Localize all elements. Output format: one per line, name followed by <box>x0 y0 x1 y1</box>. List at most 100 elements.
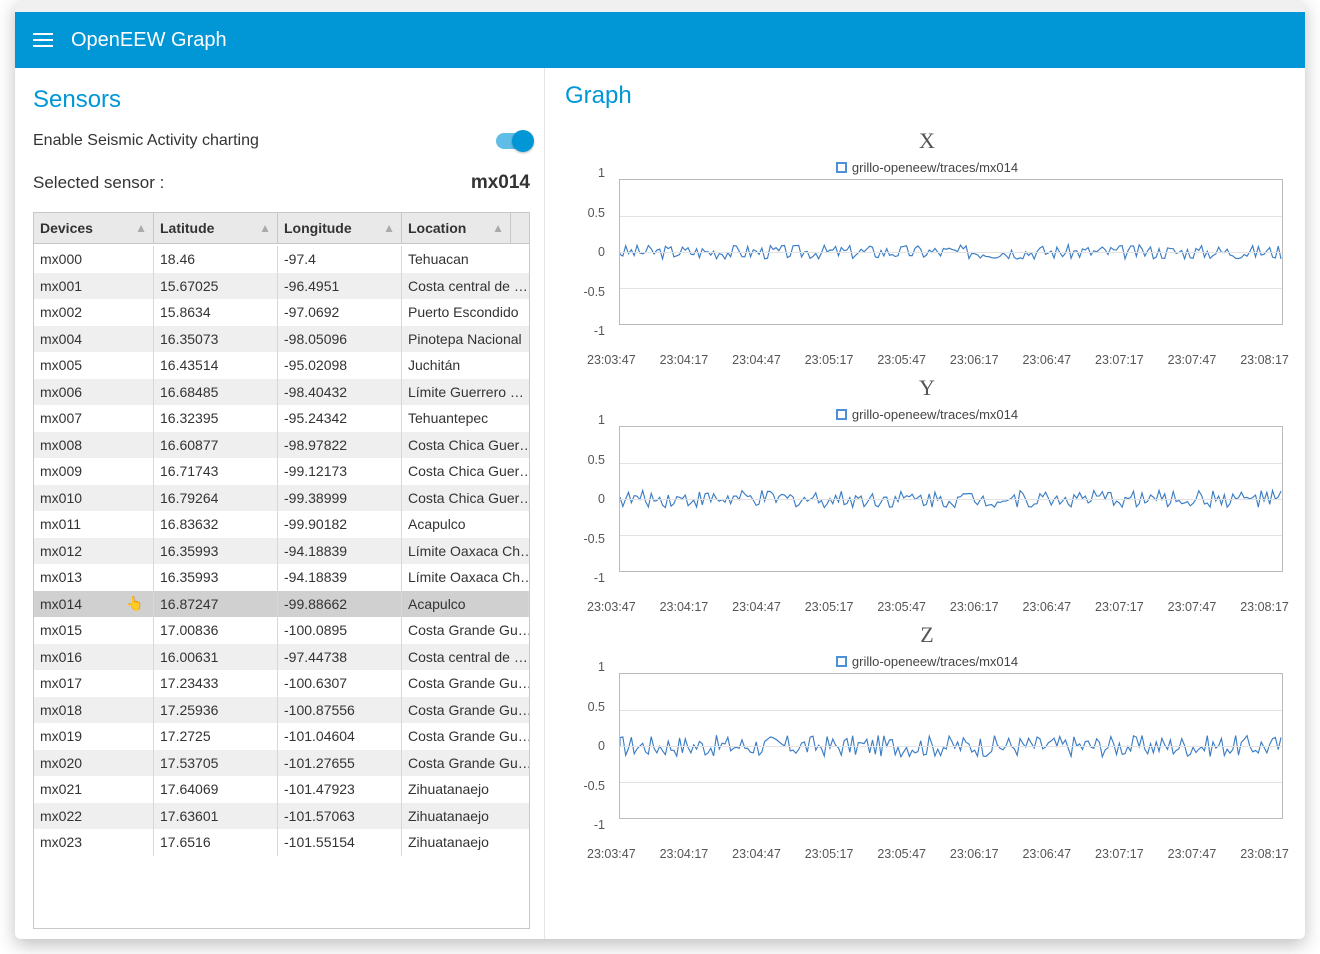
table-cell: -100.87556 <box>278 697 402 724</box>
y-tick: 1 <box>575 660 605 674</box>
table-row[interactable]: mx00616.68485-98.40432Límite Guerrero … <box>34 379 529 406</box>
x-ticks: 23:03:4723:04:1723:04:4723:05:1723:05:47… <box>587 847 1289 861</box>
table-row[interactable]: mx01717.23433-100.6307Costa Grande Gu… <box>34 670 529 697</box>
table-row[interactable]: mx01616.00631-97.44738Costa central de … <box>34 644 529 671</box>
table-cell: -99.90182 <box>278 511 402 538</box>
table-body[interactable]: mx00018.46-97.4Tehuacanmx00115.67025-96.… <box>34 246 529 928</box>
table-cell: mx016 <box>34 644 154 671</box>
table-row[interactable]: mx02217.63601-101.57063Zihuatanaejo <box>34 803 529 830</box>
x-tick: 23:05:47 <box>877 353 926 367</box>
y-tick: 0.5 <box>575 453 605 467</box>
legend-swatch <box>836 409 847 420</box>
chart-x: Xgrillo-openeew/traces/mx01410.50-0.5-12… <box>565 128 1289 367</box>
plot-area <box>619 673 1283 819</box>
x-tick: 23:03:47 <box>587 600 636 614</box>
table-row[interactable]: mx02317.6516-101.55154Zihuatanaejo <box>34 829 529 856</box>
table-cell: -98.05096 <box>278 326 402 353</box>
table-row[interactable]: mx01016.79264-99.38999Costa Chica Guer… <box>34 485 529 512</box>
table-cell: Pinotepa Nacional <box>402 326 529 353</box>
table-cell: Costa Grande Gu… <box>402 617 529 644</box>
table-row[interactable]: mx00115.67025-96.4951Costa central de … <box>34 273 529 300</box>
col-devices[interactable]: Devices▲ <box>34 213 154 243</box>
table-row[interactable]: mx02017.53705-101.27655Costa Grande Gu… <box>34 750 529 777</box>
col-longitude[interactable]: Longitude▲ <box>278 213 402 243</box>
table-cell: Costa central de … <box>402 644 529 671</box>
table-cell: mx009 <box>34 458 154 485</box>
col-location[interactable]: Location▲ <box>402 213 511 243</box>
y-tick: 0.5 <box>575 700 605 714</box>
table-row[interactable]: mx01116.83632-99.90182Acapulco <box>34 511 529 538</box>
table-cell: 17.53705 <box>154 750 278 777</box>
sort-icon: ▲ <box>259 221 271 235</box>
legend-swatch <box>836 162 847 173</box>
table-cell: Juchitán <box>402 352 529 379</box>
table-row[interactable]: mx01216.35993-94.18839Límite Oaxaca Ch… <box>34 538 529 565</box>
table-cell: mx008 <box>34 432 154 459</box>
table-row[interactable]: mx02117.64069-101.47923Zihuatanaejo <box>34 776 529 803</box>
x-tick: 23:05:17 <box>805 600 854 614</box>
table-row[interactable]: mx00816.60877-98.97822Costa Chica Guer… <box>34 432 529 459</box>
table-cell: Costa Grande Gu… <box>402 750 529 777</box>
graph-panel-title: Graph <box>565 82 1289 110</box>
x-tick: 23:05:47 <box>877 847 926 861</box>
chart-plot[interactable]: 10.50-0.5-1 <box>597 179 1283 339</box>
chart-title: Y <box>565 375 1289 401</box>
menu-icon[interactable] <box>33 33 53 47</box>
table-row[interactable]: mx00416.35073-98.05096Pinotepa Nacional <box>34 326 529 353</box>
table-cell: -101.55154 <box>278 829 402 856</box>
table-cell: 16.35073 <box>154 326 278 353</box>
table-cell: 17.00836 <box>154 617 278 644</box>
table-row[interactable]: mx00716.32395-95.24342Tehuantepec <box>34 405 529 432</box>
y-tick: -1 <box>575 571 605 585</box>
x-tick: 23:04:47 <box>732 353 781 367</box>
table-cell: Acapulco <box>402 591 529 618</box>
table-cell: mx004 <box>34 326 154 353</box>
chart-plot[interactable]: 10.50-0.5-1 <box>597 426 1283 586</box>
sort-icon: ▲ <box>135 221 147 235</box>
table-cell: mx012 <box>34 538 154 565</box>
table-cell: Tehuantepec <box>402 405 529 432</box>
table-cell: Acapulco <box>402 511 529 538</box>
table-cell: Costa Grande Gu… <box>402 697 529 724</box>
graph-panel: Graph Xgrillo-openeew/traces/mx01410.50-… <box>545 68 1305 939</box>
x-tick: 23:06:17 <box>950 353 999 367</box>
table-cell: 16.60877 <box>154 432 278 459</box>
table-cell: Límite Oaxaca Ch… <box>402 538 529 565</box>
y-tick: 0.5 <box>575 206 605 220</box>
table-row[interactable]: mx00916.71743-99.12173Costa Chica Guer… <box>34 458 529 485</box>
table-cell: Costa Grande Gu… <box>402 723 529 750</box>
chart-plot[interactable]: 10.50-0.5-1 <box>597 673 1283 833</box>
sort-icon: ▲ <box>492 221 504 235</box>
table-cell: 17.25936 <box>154 697 278 724</box>
col-latitude[interactable]: Latitude▲ <box>154 213 278 243</box>
x-tick: 23:04:17 <box>660 600 709 614</box>
x-tick: 23:03:47 <box>587 353 636 367</box>
plot-area <box>619 426 1283 572</box>
table-row[interactable]: mx00516.43514-95.02098Juchitán <box>34 352 529 379</box>
x-tick: 23:08:17 <box>1240 353 1289 367</box>
x-tick: 23:06:47 <box>1022 600 1071 614</box>
table-header: Devices▲ Latitude▲ Longitude▲ Location▲ <box>34 213 529 244</box>
legend-label: grillo-openeew/traces/mx014 <box>852 160 1018 175</box>
table-row[interactable]: mx01517.00836-100.0895Costa Grande Gu… <box>34 617 529 644</box>
table-cell: mx021 <box>34 776 154 803</box>
table-row[interactable]: mx00215.8634-97.0692Puerto Escondido <box>34 299 529 326</box>
table-row[interactable]: mx01917.2725-101.04604Costa Grande Gu… <box>34 723 529 750</box>
table-row[interactable]: mx01416.87247-99.88662Acapulco👆 <box>34 591 529 618</box>
table-row[interactable]: mx00018.46-97.4Tehuacan <box>34 246 529 273</box>
chart-z: Zgrillo-openeew/traces/mx01410.50-0.5-12… <box>565 622 1289 861</box>
table-row[interactable]: mx01817.25936-100.87556Costa Grande Gu… <box>34 697 529 724</box>
x-tick: 23:03:47 <box>587 847 636 861</box>
table-cell: -101.47923 <box>278 776 402 803</box>
x-tick: 23:07:17 <box>1095 847 1144 861</box>
selected-sensor-value: mx014 <box>471 172 530 194</box>
x-tick: 23:07:47 <box>1168 353 1217 367</box>
y-tick: 1 <box>575 166 605 180</box>
x-tick: 23:06:17 <box>950 847 999 861</box>
charting-toggle[interactable] <box>496 133 530 149</box>
y-tick: 0 <box>575 245 605 259</box>
table-cell: -94.18839 <box>278 564 402 591</box>
table-row[interactable]: mx01316.35993-94.18839Límite Oaxaca Ch… <box>34 564 529 591</box>
x-tick: 23:05:17 <box>805 847 854 861</box>
table-cell: 16.68485 <box>154 379 278 406</box>
